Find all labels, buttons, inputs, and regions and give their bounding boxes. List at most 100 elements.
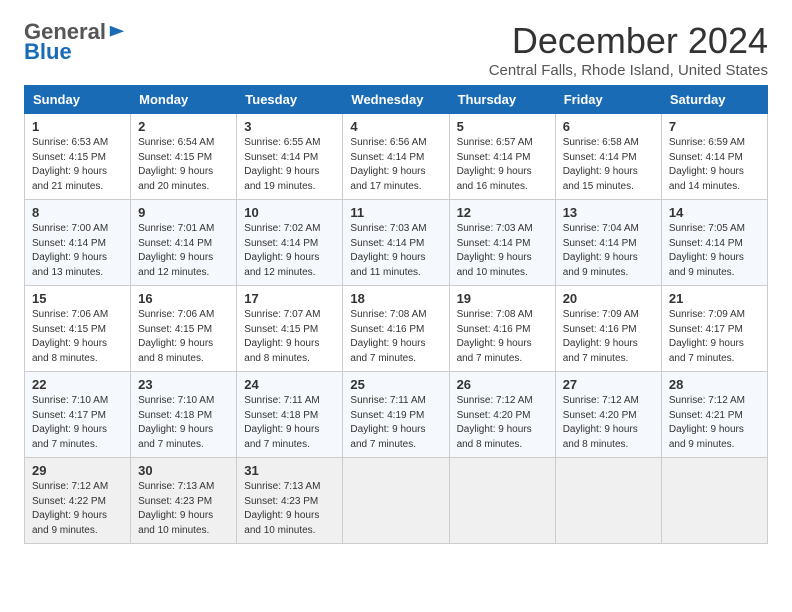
- day-number: 1: [32, 119, 123, 134]
- calendar-body: 1Sunrise: 6:53 AMSunset: 4:15 PMDaylight…: [25, 114, 768, 544]
- calendar-cell: 25 Sunrise: 7:11 AMSunset: 4:19 PMDayligh…: [343, 372, 449, 458]
- day-number: 15: [32, 291, 123, 306]
- calendar-cell: 8 Sunrise: 7:00 AMSunset: 4:14 PMDaylight…: [25, 200, 131, 286]
- day-number: 26: [457, 377, 548, 392]
- weekday-header-saturday: Saturday: [661, 86, 767, 114]
- weekday-header-thursday: Thursday: [449, 86, 555, 114]
- day-number: 7: [669, 119, 760, 134]
- day-number: 10: [244, 205, 335, 220]
- calendar-cell: 29Sunrise: 7:12 AMSunset: 4:22 PMDayligh…: [25, 458, 131, 544]
- calendar-cell: 13 Sunrise: 7:04 AMSunset: 4:14 PMDayligh…: [555, 200, 661, 286]
- day-number: 8: [32, 205, 123, 220]
- cell-content: Sunrise: 7:03 AMSunset: 4:14 PMDaylight:…: [350, 222, 441, 280]
- calendar-cell: 17 Sunrise: 7:07 AMSunset: 4:15 PMDayligh…: [237, 286, 343, 372]
- calendar-cell: 23 Sunrise: 7:10 AMSunset: 4:18 PMDayligh…: [131, 372, 237, 458]
- cell-content: Sunrise: 7:00 AMSunset: 4:14 PMDaylight:…: [32, 222, 123, 280]
- cell-content: Sunrise: 7:10 AMSunset: 4:17 PMDaylight:…: [32, 394, 123, 452]
- cell-content: Sunrise: 6:54 AMSunset: 4:15 PMDaylight:…: [138, 136, 229, 194]
- calendar-cell: 10 Sunrise: 7:02 AMSunset: 4:14 PMDayligh…: [237, 200, 343, 286]
- month-title: December 2024: [489, 20, 768, 62]
- calendar-week-5: 29Sunrise: 7:12 AMSunset: 4:22 PMDayligh…: [25, 458, 768, 544]
- cell-content: Sunrise: 7:07 AMSunset: 4:15 PMDaylight:…: [244, 308, 335, 366]
- cell-content: Sunrise: 7:06 AMSunset: 4:15 PMDaylight:…: [32, 308, 123, 366]
- cell-content: Sunrise: 7:08 AMSunset: 4:16 PMDaylight:…: [350, 308, 441, 366]
- day-number: 2: [138, 119, 229, 134]
- cell-content: Sunrise: 6:56 AMSunset: 4:14 PMDaylight:…: [350, 136, 441, 194]
- calendar-week-1: 1Sunrise: 6:53 AMSunset: 4:15 PMDaylight…: [25, 114, 768, 200]
- cell-content: Sunrise: 7:08 AMSunset: 4:16 PMDaylight:…: [457, 308, 548, 366]
- calendar-cell: 27Sunrise: 7:12 AMSunset: 4:20 PMDayligh…: [555, 372, 661, 458]
- calendar-cell: 22Sunrise: 7:10 AMSunset: 4:17 PMDayligh…: [25, 372, 131, 458]
- calendar-week-2: 8 Sunrise: 7:00 AMSunset: 4:14 PMDaylight…: [25, 200, 768, 286]
- calendar-cell: 26 Sunrise: 7:12 AMSunset: 4:20 PMDayligh…: [449, 372, 555, 458]
- day-number: 12: [457, 205, 548, 220]
- cell-content: Sunrise: 7:12 AMSunset: 4:20 PMDaylight:…: [457, 394, 548, 452]
- cell-content: Sunrise: 7:06 AMSunset: 4:15 PMDaylight:…: [138, 308, 229, 366]
- weekday-header-wednesday: Wednesday: [343, 86, 449, 114]
- day-number: 14: [669, 205, 760, 220]
- day-number: 20: [563, 291, 654, 306]
- cell-content: Sunrise: 7:10 AMSunset: 4:18 PMDaylight:…: [138, 394, 229, 452]
- calendar-cell: 12 Sunrise: 7:03 AMSunset: 4:14 PMDayligh…: [449, 200, 555, 286]
- calendar-cell: 16 Sunrise: 7:06 AMSunset: 4:15 PMDayligh…: [131, 286, 237, 372]
- weekday-header-friday: Friday: [555, 86, 661, 114]
- day-number: 19: [457, 291, 548, 306]
- logo: General Blue: [24, 20, 126, 64]
- cell-content: Sunrise: 6:59 AMSunset: 4:14 PMDaylight:…: [669, 136, 760, 194]
- weekday-header-tuesday: Tuesday: [237, 86, 343, 114]
- calendar-cell: 21 Sunrise: 7:09 AMSunset: 4:17 PMDayligh…: [661, 286, 767, 372]
- logo-flag-icon: [108, 24, 126, 42]
- calendar-cell: 18 Sunrise: 7:08 AMSunset: 4:16 PMDayligh…: [343, 286, 449, 372]
- cell-content: Sunrise: 7:04 AMSunset: 4:14 PMDaylight:…: [563, 222, 654, 280]
- cell-content: Sunrise: 7:12 AMSunset: 4:22 PMDaylight:…: [32, 480, 123, 538]
- cell-content: Sunrise: 7:01 AMSunset: 4:14 PMDaylight:…: [138, 222, 229, 280]
- calendar-cell: [661, 458, 767, 544]
- cell-content: Sunrise: 7:11 AMSunset: 4:19 PMDaylight:…: [350, 394, 441, 452]
- calendar-cell: 7 Sunrise: 6:59 AMSunset: 4:14 PMDaylight…: [661, 114, 767, 200]
- weekday-header-sunday: Sunday: [25, 86, 131, 114]
- calendar-table: SundayMondayTuesdayWednesdayThursdayFrid…: [24, 85, 768, 544]
- day-number: 17: [244, 291, 335, 306]
- day-number: 21: [669, 291, 760, 306]
- cell-content: Sunrise: 7:05 AMSunset: 4:14 PMDaylight:…: [669, 222, 760, 280]
- cell-content: Sunrise: 7:03 AMSunset: 4:14 PMDaylight:…: [457, 222, 548, 280]
- calendar-cell: 28Sunrise: 7:12 AMSunset: 4:21 PMDayligh…: [661, 372, 767, 458]
- day-number: 27: [563, 377, 654, 392]
- page-header: General Blue December 2024 Central Falls…: [24, 20, 768, 79]
- cell-content: Sunrise: 7:02 AMSunset: 4:14 PMDaylight:…: [244, 222, 335, 280]
- calendar-cell: 5Sunrise: 6:57 AMSunset: 4:14 PMDaylight…: [449, 114, 555, 200]
- calendar-cell: [555, 458, 661, 544]
- cell-content: Sunrise: 7:09 AMSunset: 4:17 PMDaylight:…: [669, 308, 760, 366]
- cell-content: Sunrise: 6:55 AMSunset: 4:14 PMDaylight:…: [244, 136, 335, 194]
- day-number: 30: [138, 463, 229, 478]
- cell-content: Sunrise: 7:12 AMSunset: 4:21 PMDaylight:…: [669, 394, 760, 452]
- day-number: 25: [350, 377, 441, 392]
- day-number: 6: [563, 119, 654, 134]
- day-number: 3: [244, 119, 335, 134]
- weekday-header-monday: Monday: [131, 86, 237, 114]
- location-subtitle: Central Falls, Rhode Island, United Stat…: [489, 62, 768, 79]
- calendar-cell: [343, 458, 449, 544]
- calendar-cell: 3 Sunrise: 6:55 AMSunset: 4:14 PMDaylight…: [237, 114, 343, 200]
- calendar-cell: 1Sunrise: 6:53 AMSunset: 4:15 PMDaylight…: [25, 114, 131, 200]
- cell-content: Sunrise: 7:13 AMSunset: 4:23 PMDaylight:…: [138, 480, 229, 538]
- day-number: 31: [244, 463, 335, 478]
- title-area: December 2024 Central Falls, Rhode Islan…: [489, 20, 768, 79]
- calendar-cell: 24Sunrise: 7:11 AMSunset: 4:18 PMDayligh…: [237, 372, 343, 458]
- calendar-cell: 15 Sunrise: 7:06 AMSunset: 4:15 PMDayligh…: [25, 286, 131, 372]
- day-number: 4: [350, 119, 441, 134]
- calendar-week-3: 15 Sunrise: 7:06 AMSunset: 4:15 PMDayligh…: [25, 286, 768, 372]
- day-number: 11: [350, 205, 441, 220]
- day-number: 18: [350, 291, 441, 306]
- day-number: 23: [138, 377, 229, 392]
- day-number: 13: [563, 205, 654, 220]
- day-number: 16: [138, 291, 229, 306]
- calendar-cell: 2 Sunrise: 6:54 AMSunset: 4:15 PMDaylight…: [131, 114, 237, 200]
- calendar-cell: 31Sunrise: 7:13 AMSunset: 4:23 PMDayligh…: [237, 458, 343, 544]
- calendar-cell: 6Sunrise: 6:58 AMSunset: 4:14 PMDaylight…: [555, 114, 661, 200]
- weekday-header-row: SundayMondayTuesdayWednesdayThursdayFrid…: [25, 86, 768, 114]
- calendar-week-4: 22Sunrise: 7:10 AMSunset: 4:17 PMDayligh…: [25, 372, 768, 458]
- cell-content: Sunrise: 7:11 AMSunset: 4:18 PMDaylight:…: [244, 394, 335, 452]
- calendar-cell: 4 Sunrise: 6:56 AMSunset: 4:14 PMDaylight…: [343, 114, 449, 200]
- calendar-cell: 14 Sunrise: 7:05 AMSunset: 4:14 PMDayligh…: [661, 200, 767, 286]
